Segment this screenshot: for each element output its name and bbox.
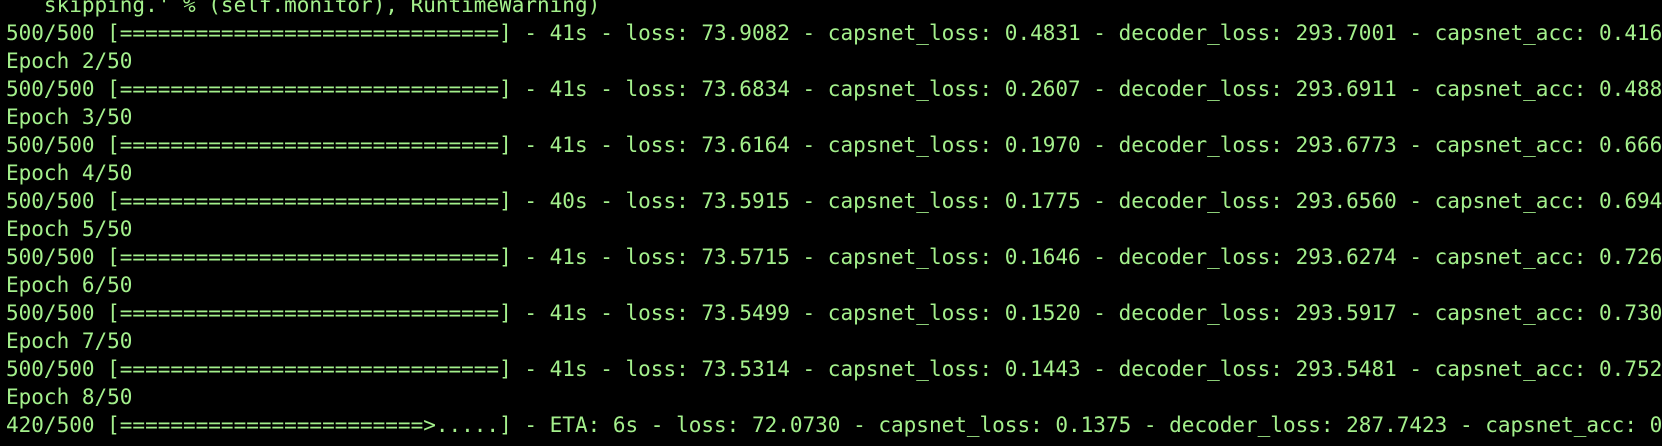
epoch-header-line: Epoch 7/50	[6, 329, 133, 353]
warning-line: skipping.' % (self.monitor), RuntimeWarn…	[6, 0, 601, 17]
epoch-progress-line: 500/500 [==============================]…	[6, 77, 1662, 101]
epoch-progress-line: 500/500 [==============================]…	[6, 245, 1662, 269]
epoch-progress-line: 500/500 [==============================]…	[6, 21, 1662, 45]
epoch-header-line: Epoch 8/50	[6, 385, 133, 409]
terminal-window[interactable]: skipping.' % (self.monitor), RuntimeWarn…	[0, 0, 1662, 446]
epoch-header-line: Epoch 3/50	[6, 105, 133, 129]
epoch-progress-line: 500/500 [==============================]…	[6, 133, 1662, 157]
epoch-progress-line: 500/500 [==============================]…	[6, 189, 1662, 213]
epoch-progress-line: 500/500 [==============================]…	[6, 357, 1662, 381]
epoch-header-line: Epoch 4/50	[6, 161, 133, 185]
epoch-header-line: Epoch 5/50	[6, 217, 133, 241]
current-progress-line: 420/500 [========================>.....]…	[6, 411, 1662, 439]
terminal-output: skipping.' % (self.monitor), RuntimeWarn…	[6, 0, 1662, 439]
epoch-header-line: Epoch 6/50	[6, 273, 133, 297]
current-progress-text: 420/500 [========================>.....]…	[6, 413, 1662, 437]
epoch-header-line: Epoch 2/50	[6, 49, 133, 73]
epoch-progress-line: 500/500 [==============================]…	[6, 301, 1662, 325]
